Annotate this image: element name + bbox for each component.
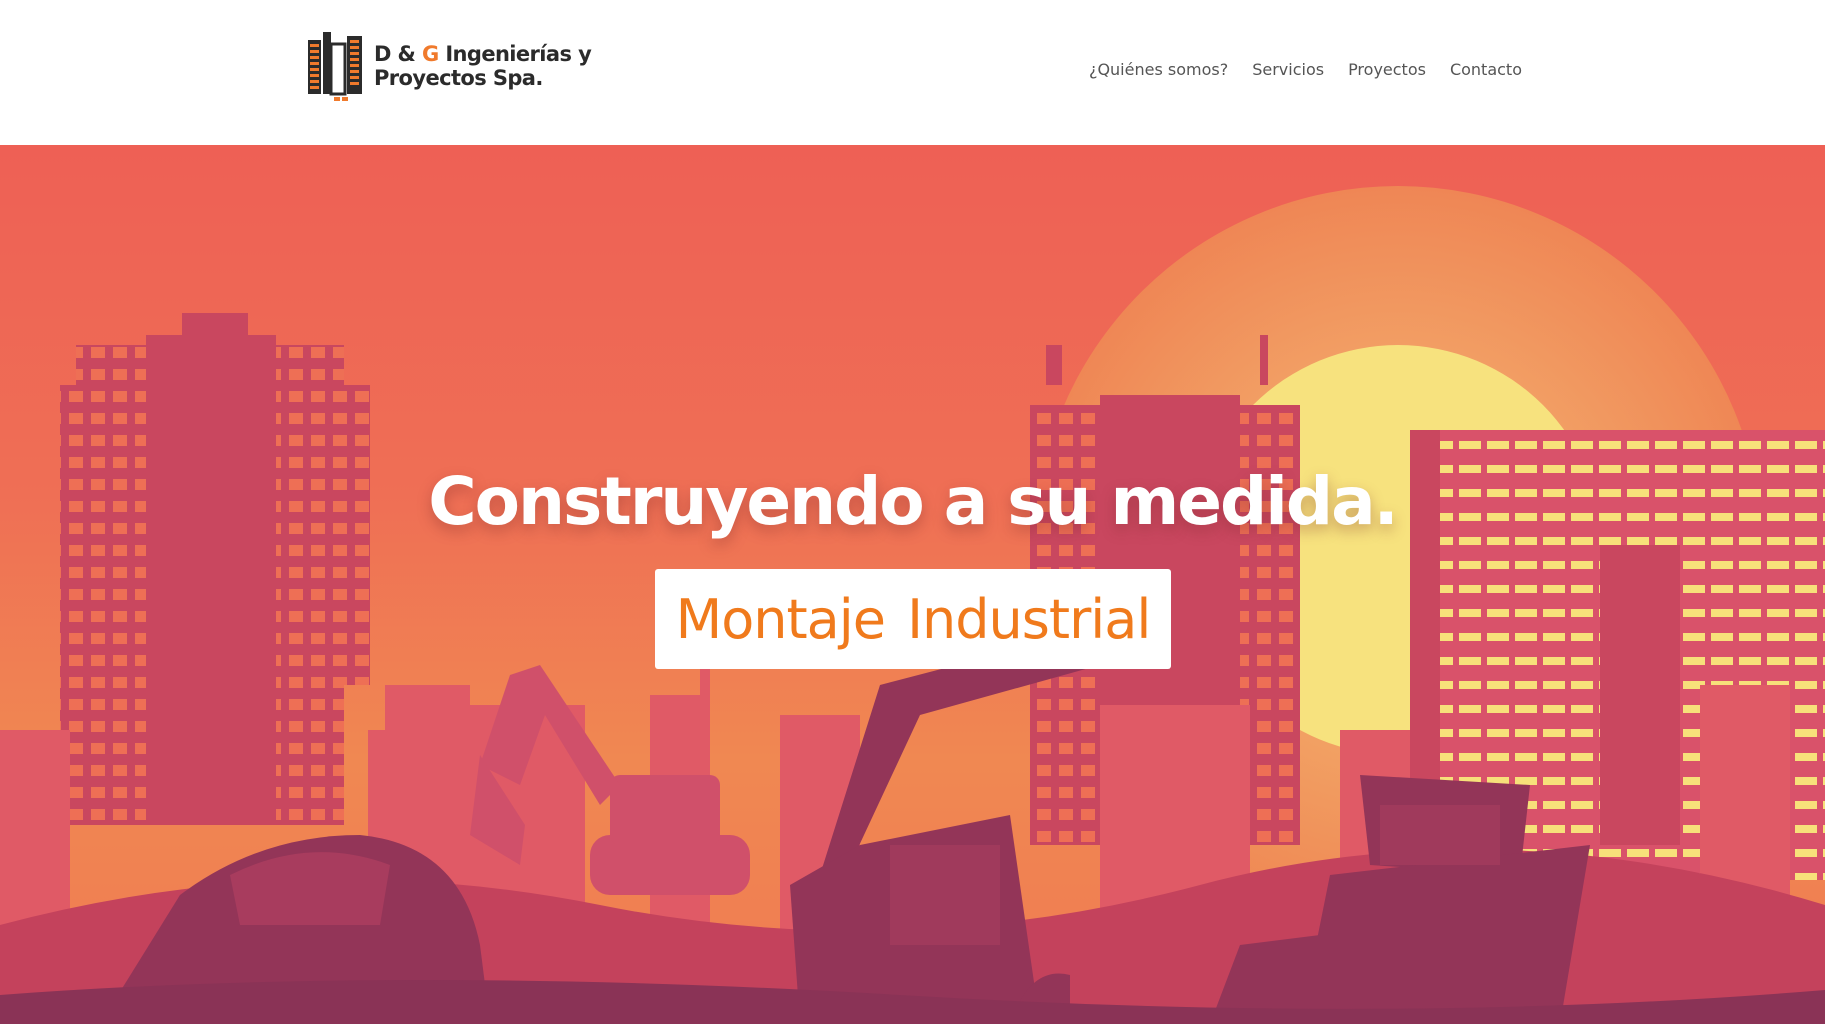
hero-section: Construyendo a su medida. Montaje Indust… xyxy=(0,145,1825,1024)
logo[interactable]: D & G Ingenierías y Proyectos Spa. xyxy=(306,28,592,104)
logo-buildings-icon xyxy=(308,32,362,101)
nav-link-servicios[interactable]: Servicios xyxy=(1252,60,1324,79)
hero-badge-text: Montaje Industrial xyxy=(675,587,1152,651)
left-tower xyxy=(60,313,370,825)
logo-text: D & G Ingenierías y Proyectos Spa. xyxy=(374,42,592,90)
main-nav: ¿Quiénes somos? Servicios Proyectos Cont… xyxy=(1089,60,1522,79)
nav-link-quienes-somos[interactable]: ¿Quiénes somos? xyxy=(1089,60,1228,79)
logo-line-1-accent: G xyxy=(421,42,439,66)
logo-line-1-suffix: Ingenierías y xyxy=(438,42,592,66)
hero-title: Construyendo a su medida. xyxy=(428,463,1399,540)
hero-badge: Montaje Industrial xyxy=(655,569,1171,669)
nav-link-proyectos[interactable]: Proyectos xyxy=(1348,60,1426,79)
logo-line-2: Proyectos Spa. xyxy=(374,66,543,90)
site-header: D & G Ingenierías y Proyectos Spa. ¿Quié… xyxy=(0,0,1825,145)
logo-line-1: D & G Ingenierías y xyxy=(374,42,592,66)
nav-link-contacto[interactable]: Contacto xyxy=(1450,60,1522,79)
logo-line-1-prefix: D & xyxy=(374,42,422,66)
